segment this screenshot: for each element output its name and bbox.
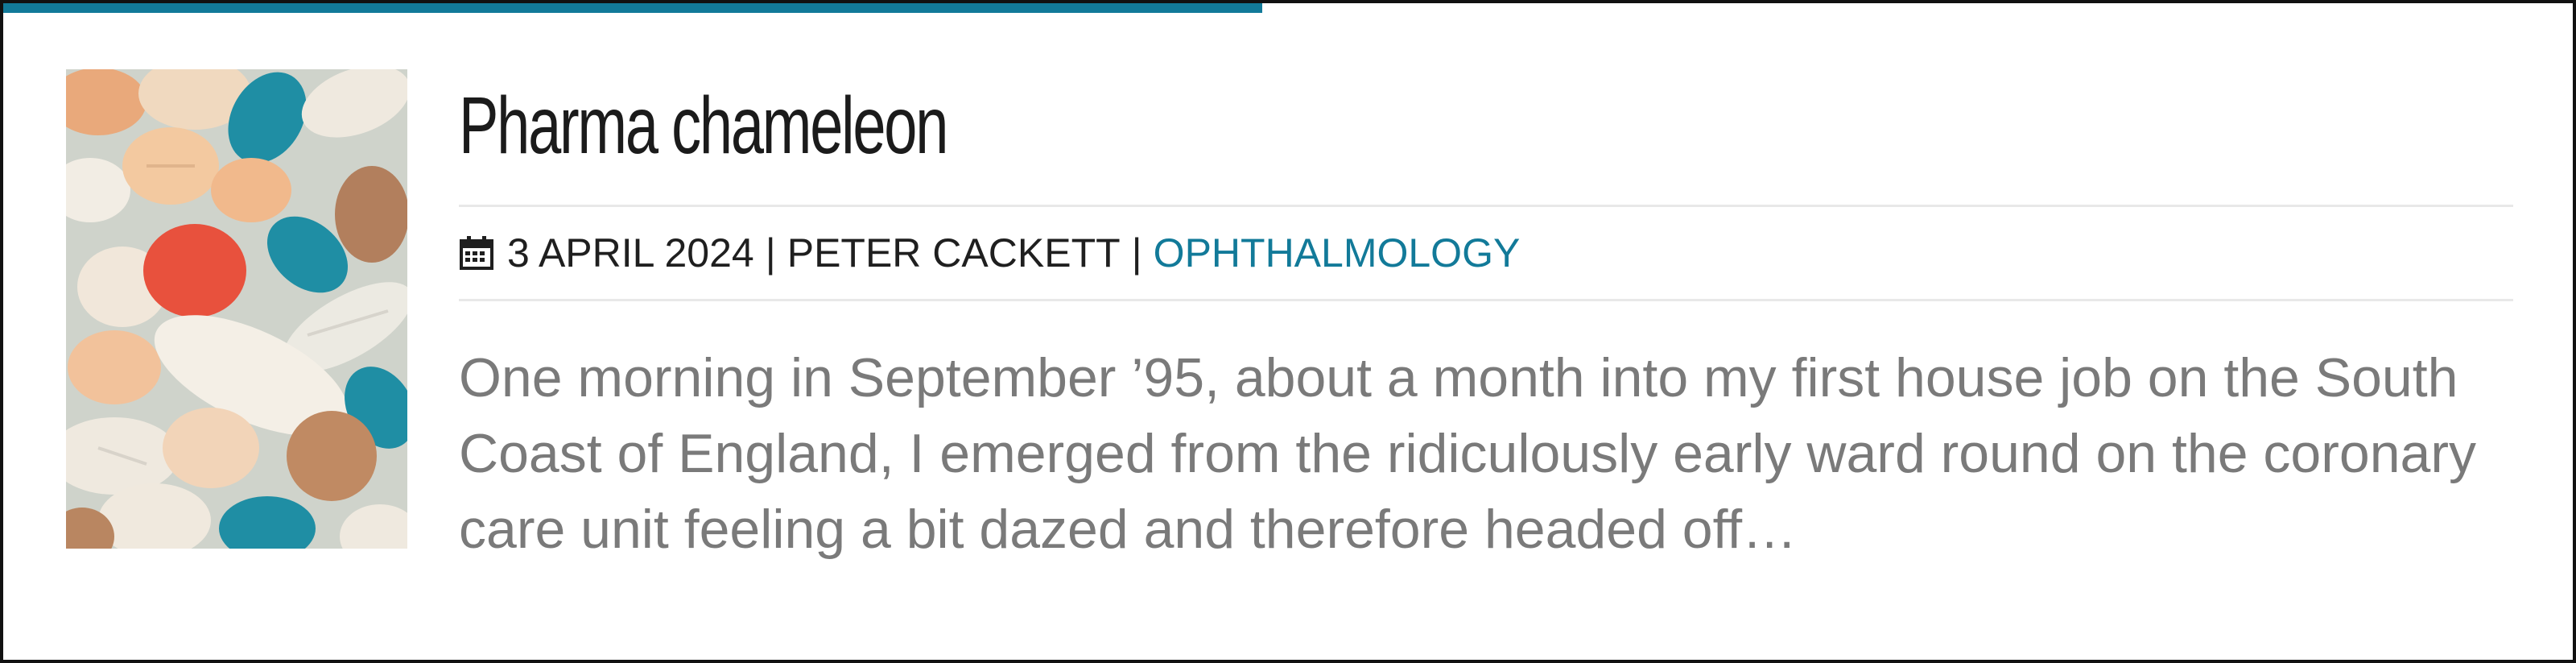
- meta-separator: |: [765, 230, 776, 276]
- meta-separator: |: [1131, 230, 1142, 276]
- pills-image: [66, 69, 407, 549]
- post-card: Pharma chameleon 3 April 2024 | Peter Ca…: [0, 0, 2576, 663]
- post-excerpt: One morning in September ’95, about a mo…: [459, 347, 2476, 560]
- post-category-link[interactable]: Ophthalmology: [1154, 230, 1521, 276]
- post-content: Pharma chameleon 3 April 2024 | Peter Ca…: [459, 69, 2513, 567]
- post-author-link[interactable]: Peter Cackett: [787, 230, 1121, 276]
- reading-progress-bar: [3, 3, 2573, 13]
- post-title[interactable]: Pharma chameleon: [459, 69, 1979, 182]
- post-thumbnail[interactable]: [66, 69, 407, 549]
- meta-divider-bottom: [459, 299, 2513, 301]
- post-date: 3 April 2024: [507, 230, 754, 276]
- reading-progress-fill: [3, 3, 1263, 13]
- calendar-icon: [460, 236, 493, 270]
- post-meta: 3 April 2024 | Peter Cackett | Ophthalmo…: [459, 207, 2513, 299]
